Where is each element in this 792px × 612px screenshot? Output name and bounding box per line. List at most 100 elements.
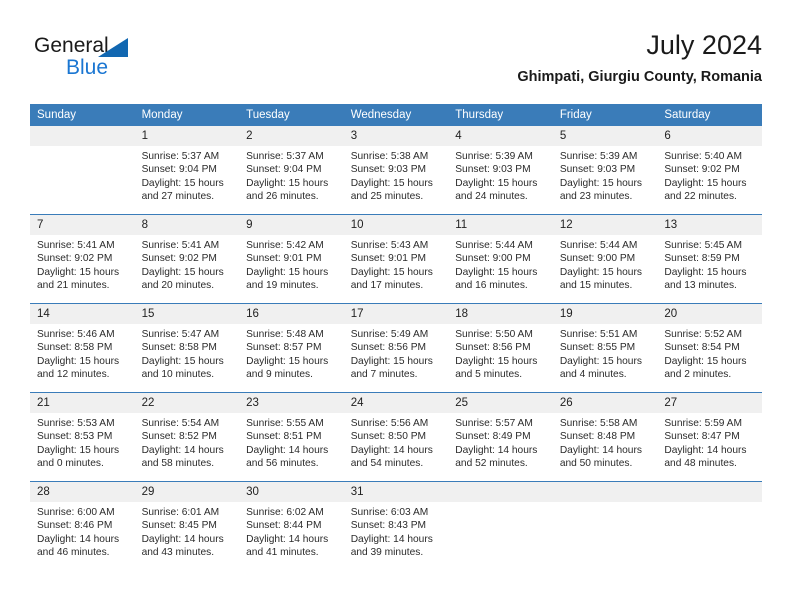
daylight-text-line1: Daylight: 15 hours	[141, 355, 224, 367]
sunset-text: Sunset: 9:00 PM	[455, 253, 531, 265]
sunset-text: Sunset: 8:47 PM	[664, 431, 740, 443]
day-cell[interactable]: 28 Sunrise: 6:00 AM Sunset: 8:46 PM Dayl…	[30, 481, 135, 568]
sunset-text: Sunset: 9:02 PM	[37, 253, 113, 265]
day-cell[interactable]: 18 Sunrise: 5:50 AM Sunset: 8:56 PM Dayl…	[448, 303, 553, 393]
day-cell[interactable]: 23 Sunrise: 5:55 AM Sunset: 8:51 PM Dayl…	[239, 392, 344, 482]
day-cell[interactable]	[30, 126, 135, 215]
week-row: 7 Sunrise: 5:41 AM Sunset: 9:02 PM Dayli…	[30, 214, 762, 304]
day-number: 8	[134, 215, 240, 235]
sunset-text: Sunset: 9:04 PM	[141, 164, 217, 176]
day-cell[interactable]: 1 Sunrise: 5:37 AM Sunset: 9:04 PM Dayli…	[134, 126, 240, 215]
daylight-text-line2: and 5 minutes.	[455, 369, 523, 381]
daylight-text-line2: and 25 minutes.	[350, 191, 424, 203]
sunrise-text: Sunrise: 5:41 AM	[141, 240, 220, 251]
daylight-text-line2: and 19 minutes.	[246, 280, 319, 292]
day-info: Sunrise: 5:52 AM Sunset: 8:54 PM Dayligh…	[657, 324, 762, 382]
day-number: 2	[239, 126, 344, 146]
sunrise-text: Sunrise: 5:57 AM	[455, 418, 533, 429]
day-cell[interactable]: 11 Sunrise: 5:44 AM Sunset: 9:00 PM Dayl…	[448, 214, 553, 304]
day-cell[interactable]: 26 Sunrise: 5:58 AM Sunset: 8:48 PM Dayl…	[552, 392, 658, 482]
sunrise-text: Sunrise: 5:47 AM	[141, 329, 220, 340]
location-subtitle: Ghimpati, Giurgiu County, Romania	[517, 69, 762, 85]
day-cell[interactable]: 25 Sunrise: 5:57 AM Sunset: 8:49 PM Dayl…	[448, 392, 553, 482]
sunset-text: Sunset: 8:43 PM	[350, 520, 427, 532]
daylight-text-line1: Daylight: 14 hours	[559, 444, 642, 456]
daylight-text-line2: and 7 minutes.	[350, 369, 418, 381]
day-cell[interactable]: 16 Sunrise: 5:48 AM Sunset: 8:57 PM Dayl…	[239, 303, 344, 393]
daylight-text-line2: and 16 minutes.	[455, 280, 528, 292]
daylight-text-line2: and 43 minutes.	[141, 547, 215, 559]
daylight-text-line1: Daylight: 15 hours	[246, 355, 329, 367]
day-cell[interactable]: 5 Sunrise: 5:39 AM Sunset: 9:03 PM Dayli…	[552, 126, 658, 215]
day-number: 12	[552, 215, 658, 235]
weekday-header-sunday: Sunday	[30, 104, 135, 126]
day-cell[interactable]: 30 Sunrise: 6:02 AM Sunset: 8:44 PM Dayl…	[239, 481, 344, 568]
day-info: Sunrise: 6:03 AM Sunset: 8:43 PM Dayligh…	[344, 502, 449, 560]
day-cell[interactable]: 15 Sunrise: 5:47 AM Sunset: 8:58 PM Dayl…	[134, 303, 240, 393]
day-cell[interactable]: 10 Sunrise: 5:43 AM Sunset: 9:01 PM Dayl…	[343, 214, 449, 304]
day-cell[interactable]: 17 Sunrise: 5:49 AM Sunset: 8:56 PM Dayl…	[343, 303, 449, 393]
daylight-text-line1: Daylight: 15 hours	[246, 177, 329, 189]
day-number	[448, 482, 553, 502]
day-cell[interactable]: 29 Sunrise: 6:01 AM Sunset: 8:45 PM Dayl…	[134, 481, 240, 568]
day-cell[interactable]	[657, 481, 762, 568]
day-cell[interactable]: 21 Sunrise: 5:53 AM Sunset: 8:53 PM Dayl…	[30, 392, 135, 482]
day-info: Sunrise: 5:59 AM Sunset: 8:47 PM Dayligh…	[657, 413, 762, 471]
sunset-text: Sunset: 8:45 PM	[141, 520, 217, 532]
daylight-text-line1: Daylight: 15 hours	[664, 177, 747, 189]
sunset-text: Sunset: 8:48 PM	[559, 431, 636, 443]
day-cell[interactable]	[448, 481, 553, 568]
day-cell[interactable]: 3 Sunrise: 5:38 AM Sunset: 9:03 PM Dayli…	[343, 126, 449, 215]
sunrise-text: Sunrise: 5:39 AM	[559, 151, 638, 162]
day-cell[interactable]	[552, 481, 658, 568]
day-cell[interactable]: 2 Sunrise: 5:37 AM Sunset: 9:04 PM Dayli…	[239, 126, 344, 215]
day-info: Sunrise: 5:45 AM Sunset: 8:59 PM Dayligh…	[657, 235, 762, 293]
week-row: 1 Sunrise: 5:37 AM Sunset: 9:04 PM Dayli…	[30, 126, 762, 215]
daylight-text-line2: and 23 minutes.	[559, 191, 633, 203]
day-cell[interactable]: 8 Sunrise: 5:41 AM Sunset: 9:02 PM Dayli…	[134, 214, 240, 304]
sunrise-text: Sunrise: 5:38 AM	[350, 151, 429, 162]
day-cell[interactable]: 31 Sunrise: 6:03 AM Sunset: 8:43 PM Dayl…	[343, 481, 449, 568]
day-number: 9	[239, 215, 344, 235]
day-cell[interactable]: 27 Sunrise: 5:59 AM Sunset: 8:47 PM Dayl…	[657, 392, 762, 482]
day-cell[interactable]: 24 Sunrise: 5:56 AM Sunset: 8:50 PM Dayl…	[343, 392, 449, 482]
daylight-text-line2: and 22 minutes.	[664, 191, 737, 203]
day-cell[interactable]: 6 Sunrise: 5:40 AM Sunset: 9:02 PM Dayli…	[657, 126, 762, 215]
sunrise-text: Sunrise: 5:52 AM	[664, 329, 742, 340]
daylight-text-line2: and 58 minutes.	[141, 458, 215, 470]
sunset-text: Sunset: 9:03 PM	[350, 164, 427, 176]
day-cell[interactable]: 13 Sunrise: 5:45 AM Sunset: 8:59 PM Dayl…	[657, 214, 762, 304]
day-cell[interactable]: 20 Sunrise: 5:52 AM Sunset: 8:54 PM Dayl…	[657, 303, 762, 393]
day-info: Sunrise: 5:42 AM Sunset: 9:01 PM Dayligh…	[239, 235, 344, 293]
day-info: Sunrise: 5:54 AM Sunset: 8:52 PM Dayligh…	[135, 413, 240, 471]
sunrise-text: Sunrise: 5:50 AM	[455, 329, 533, 340]
day-number: 23	[239, 393, 344, 413]
day-cell[interactable]: 22 Sunrise: 5:54 AM Sunset: 8:52 PM Dayl…	[134, 392, 240, 482]
general-blue-logo[interactable]: General Blue	[34, 34, 154, 88]
sunrise-text: Sunrise: 5:44 AM	[455, 240, 533, 251]
daylight-text-line1: Daylight: 14 hours	[141, 444, 224, 456]
day-cell[interactable]: 9 Sunrise: 5:42 AM Sunset: 9:01 PM Dayli…	[239, 214, 344, 304]
day-cell[interactable]: 19 Sunrise: 5:51 AM Sunset: 8:55 PM Dayl…	[552, 303, 658, 393]
day-number: 27	[657, 393, 762, 413]
sunset-text: Sunset: 8:46 PM	[37, 520, 113, 532]
day-cell[interactable]: 7 Sunrise: 5:41 AM Sunset: 9:02 PM Dayli…	[30, 214, 135, 304]
day-info: Sunrise: 5:46 AM Sunset: 8:58 PM Dayligh…	[30, 324, 135, 382]
day-number: 3	[343, 126, 449, 146]
sunrise-text: Sunrise: 5:39 AM	[455, 151, 533, 162]
day-cell[interactable]: 4 Sunrise: 5:39 AM Sunset: 9:03 PM Dayli…	[448, 126, 553, 215]
title-block: July 2024 Ghimpati, Giurgiu County, Roma…	[517, 28, 762, 88]
day-info	[657, 502, 762, 506]
day-cell[interactable]: 14 Sunrise: 5:46 AM Sunset: 8:58 PM Dayl…	[30, 303, 135, 393]
day-cell[interactable]: 12 Sunrise: 5:44 AM Sunset: 9:00 PM Dayl…	[552, 214, 658, 304]
day-number: 14	[30, 304, 135, 324]
sunrise-text: Sunrise: 5:55 AM	[246, 418, 324, 429]
daylight-text-line1: Daylight: 15 hours	[455, 177, 538, 189]
daylight-text-line2: and 39 minutes.	[350, 547, 424, 559]
daylight-text-line2: and 17 minutes.	[350, 280, 424, 292]
sunset-text: Sunset: 9:01 PM	[246, 253, 322, 265]
sunset-text: Sunset: 8:57 PM	[246, 342, 322, 354]
daylight-text-line2: and 48 minutes.	[664, 458, 737, 470]
day-info: Sunrise: 5:39 AM Sunset: 9:03 PM Dayligh…	[448, 146, 553, 204]
daylight-text-line2: and 56 minutes.	[246, 458, 319, 470]
